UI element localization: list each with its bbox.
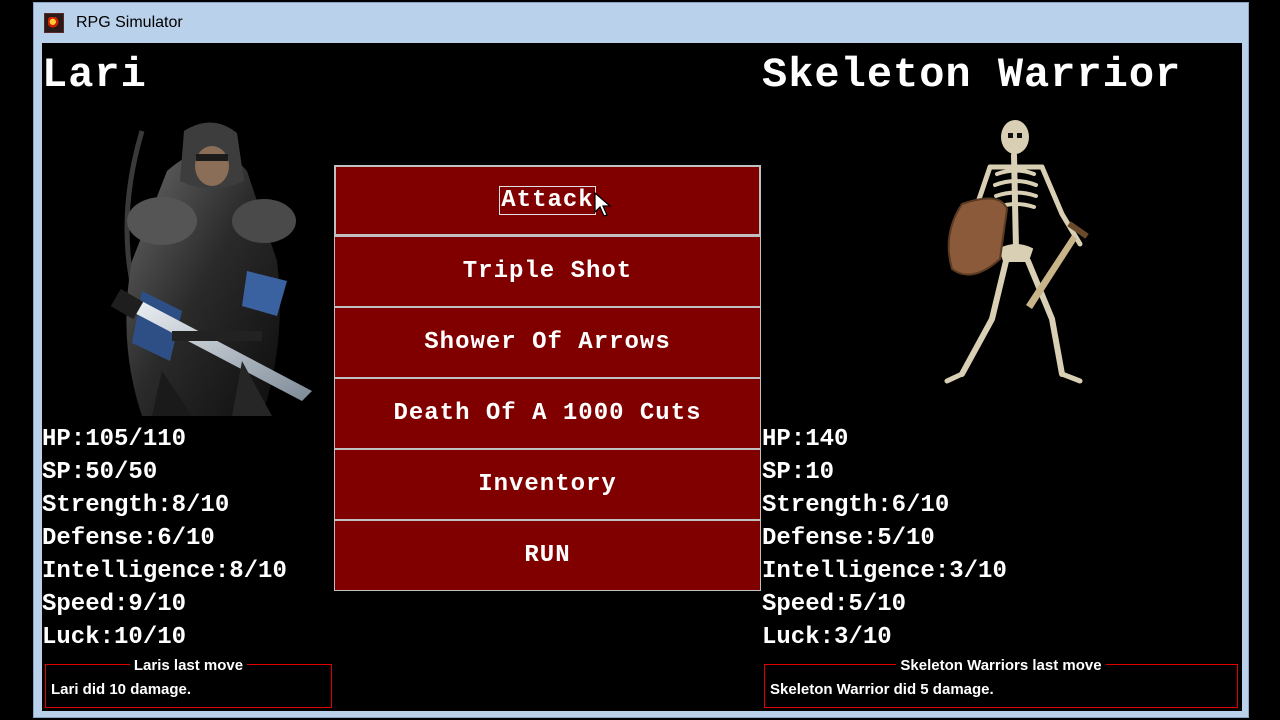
triple-shot-button[interactable]: Triple Shot <box>334 236 761 307</box>
game-area: Lari HP:105/110 SP:50/50 Strength:8/10 D… <box>42 43 1242 711</box>
inventory-button[interactable]: Inventory <box>334 449 761 520</box>
window-title: RPG Simulator <box>76 14 183 31</box>
player-last-move-label: Laris last move <box>129 657 248 674</box>
enemy-sp: SP:10 <box>762 459 835 486</box>
enemy-last-move-text: Skeleton Warrior did 5 damage. <box>770 681 994 698</box>
app-window: RPG Simulator Lari HP:105/110 SP:50/50 S… <box>33 2 1249 718</box>
title-bar[interactable]: RPG Simulator <box>34 3 1248 43</box>
enemy-last-move-box: Skeleton Warriors last move Skeleton War… <box>764 657 1238 708</box>
player-hp: HP:105/110 <box>42 426 187 453</box>
player-name: Lari <box>42 51 147 99</box>
mouse-cursor-icon <box>594 192 612 217</box>
shower-of-arrows-button[interactable]: Shower Of Arrows <box>334 307 761 378</box>
enemy-defense: Defense:5/10 <box>762 525 935 552</box>
enemy-stats: HP:140 SP:10 Strength:6/10 Defense:5/10 … <box>762 423 1007 654</box>
player-stats: HP:105/110 SP:50/50 Strength:8/10 Defens… <box>42 423 287 654</box>
app-icon <box>44 13 64 33</box>
attack-button[interactable]: Attack <box>334 165 761 236</box>
attack-button-label: Attack <box>499 186 596 215</box>
player-speed: Speed:9/10 <box>42 591 187 618</box>
enemy-intelligence: Intelligence:3/10 <box>762 558 1007 585</box>
enemy-last-move-label: Skeleton Warriors last move <box>896 657 1106 674</box>
action-menu: Attack Triple Shot Shower Of Arrows Deat… <box>334 165 761 591</box>
death-of-a-1000-cuts-button[interactable]: Death Of A 1000 Cuts <box>334 378 761 449</box>
enemy-name: Skeleton Warrior <box>762 51 1182 99</box>
hooded-archer-portrait <box>110 122 312 416</box>
run-button[interactable]: RUN <box>334 520 761 591</box>
player-last-move-text: Lari did 10 damage. <box>51 681 192 698</box>
enemy-strength: Strength:6/10 <box>762 492 950 519</box>
player-intelligence: Intelligence:8/10 <box>42 558 287 585</box>
skeleton-warrior-portrait <box>944 120 1089 384</box>
enemy-hp: HP:140 <box>762 426 849 453</box>
player-strength: Strength:8/10 <box>42 492 230 519</box>
player-last-move-box: Laris last move Lari did 10 damage. <box>45 657 332 708</box>
player-defense: Defense:6/10 <box>42 525 215 552</box>
player-luck: Luck:10/10 <box>42 624 187 651</box>
enemy-luck: Luck:3/10 <box>762 624 892 651</box>
player-sp: SP:50/50 <box>42 459 158 486</box>
enemy-speed: Speed:5/10 <box>762 591 907 618</box>
